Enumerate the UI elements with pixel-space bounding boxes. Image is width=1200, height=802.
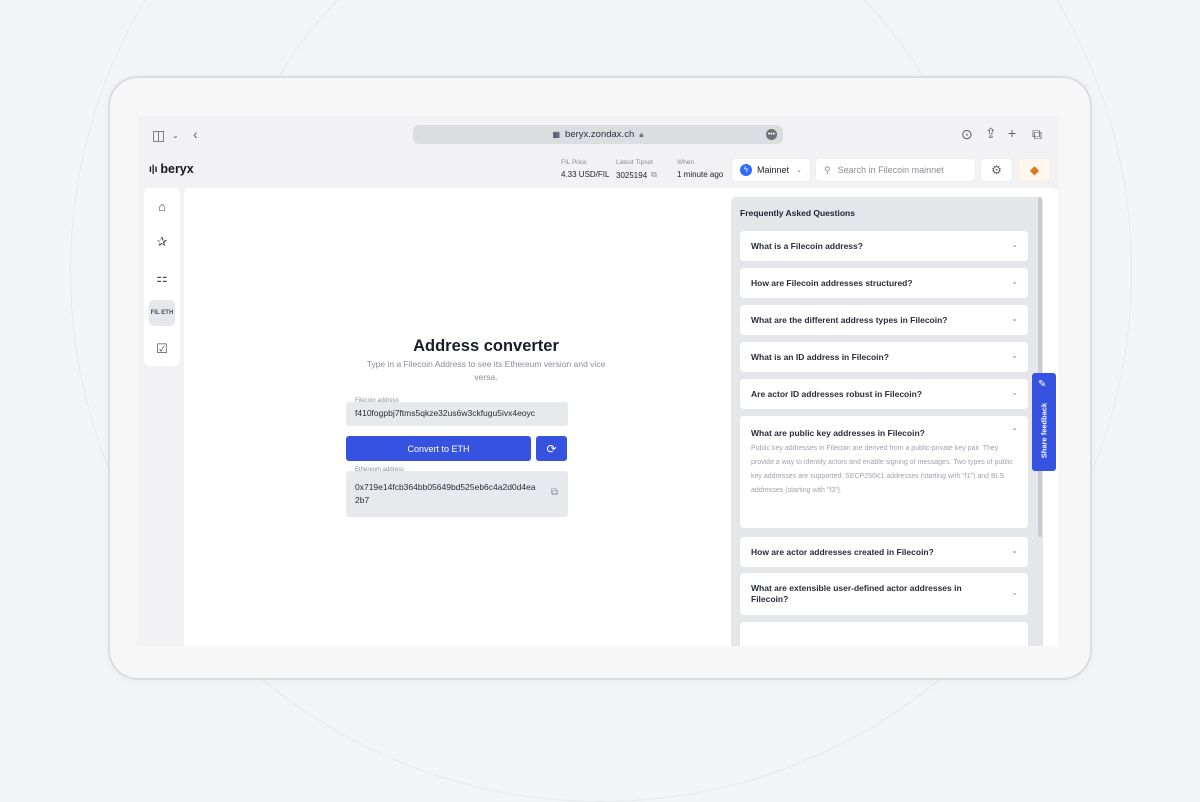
page-title: Address converter (413, 337, 559, 355)
url-bar[interactable]: ▦ beryx.zondax.ch 🔒︎ ••• (413, 125, 783, 144)
latest-tipset-value: 3025194 (616, 170, 648, 180)
logo[interactable]: ı|ı beryx (149, 162, 194, 176)
faq-answer: Public key addresses in Filecoin are der… (751, 445, 1013, 494)
main-content: Address converter Type in a Filecoin Add… (184, 188, 1058, 646)
sidebar-item-explorer[interactable]: ⚏ (149, 265, 175, 291)
when-label: When (677, 159, 694, 166)
faq-item[interactable]: How are Filecoin addresses structured? ⌄ (740, 268, 1028, 298)
lightning-icon: ϟ (740, 164, 752, 176)
faq-item[interactable]: What is a Filecoin address? ⌄ (740, 231, 1028, 261)
faq-question: What is a Filecoin address? (751, 241, 863, 251)
clipboard-star-icon: ✰ (156, 234, 168, 249)
sidebar: ⌂ ✰ ⚏ FIL ETH ☑ (144, 188, 180, 366)
latest-tipset: Latest Tipset 3025194 ⧉ (616, 159, 657, 180)
download-icon[interactable]: ⊙ (961, 127, 973, 141)
ethereum-address-field[interactable]: Ethereum address 0x719e14fcb364bb05649bd… (346, 467, 568, 517)
sidebar-item-checklist[interactable]: ☑ (149, 336, 175, 362)
network-selector[interactable]: ϟ Mainnet ⌄ (731, 158, 811, 182)
home-icon: ⌂ (158, 198, 166, 214)
chevron-down-icon: ⌄ (1011, 546, 1018, 555)
swap-icon: ⟳ (546, 441, 557, 456)
fil-price: FIL Price 4.33 USD/FIL (561, 159, 609, 179)
pencil-icon: ✎ (1038, 379, 1047, 390)
metamask-fox-icon: ◆ (1029, 163, 1040, 177)
search-box[interactable]: ⚲ (815, 158, 976, 182)
faq-question: How are actor addresses created in Filec… (751, 547, 934, 557)
when: When 1 minute ago (677, 159, 723, 179)
swap-button[interactable]: ⟳ (536, 436, 567, 461)
metamask-button[interactable]: ◆ (1018, 158, 1051, 182)
site-icon: ▦ (552, 130, 561, 139)
logo-text: beryx (160, 162, 194, 176)
chevron-down-icon: ⌄ (796, 167, 802, 174)
sidebar-item-address-converter[interactable]: FIL ETH (149, 300, 175, 326)
faq-question: What is an ID address in Filecoin? (751, 352, 889, 362)
more-icon[interactable]: ••• (766, 129, 777, 140)
ethereum-address-label: Ethereum address (355, 467, 405, 473)
latest-tipset-row: 3025194 ⧉ (616, 170, 657, 180)
sidebar-item-favorites[interactable]: ✰ (149, 229, 175, 255)
faq-item[interactable]: Are actor ID addresses robust in Filecoi… (740, 379, 1028, 409)
chevron-down-icon: ⌄ (1011, 388, 1018, 397)
filecoin-address-field[interactable]: Filecoin address f410fogpbj7ftms5qkze32u… (346, 398, 568, 426)
faq-item[interactable] (740, 622, 1028, 646)
page-subtitle: Type in a Filecoin Address to see its Et… (366, 359, 606, 382)
sidebar-item-home[interactable]: ⌂ (149, 193, 175, 219)
checklist-icon: ☑ (156, 341, 168, 356)
fil-price-value: 4.33 USD/FIL (561, 170, 610, 179)
filecoin-address-label: Filecoin address (355, 398, 399, 404)
fil-eth-icon: FIL ETH (150, 310, 174, 316)
back-icon[interactable]: ‹ (193, 127, 198, 141)
faq-question: Are actor ID addresses robust in Filecoi… (751, 389, 922, 399)
settings-button[interactable]: ⚙ (980, 158, 1013, 182)
new-tab-icon[interactable]: + (1008, 126, 1016, 140)
ethereum-address-value: 0x719e14fcb364bb05649bd525eb6c4a2d0d4ea2… (355, 482, 536, 505)
screen: ◫ ⌄ ‹ ▦ beryx.zondax.ch 🔒︎ ••• ⊙ ⇪ + ⧉ ı… (137, 116, 1058, 646)
sidebar-toggle-icon[interactable]: ◫ (152, 128, 165, 142)
lock-icon: 🔒︎ (639, 129, 644, 139)
copy-icon[interactable]: ⧉ (551, 487, 558, 498)
faq-question: What are extensible user-defined actor a… (751, 583, 962, 604)
faq-title: Frequently Asked Questions (740, 208, 855, 218)
tree-icon: ⚏ (156, 270, 168, 285)
gear-icon: ⚙ (991, 163, 1002, 177)
chevron-down-icon: ⌄ (1011, 351, 1018, 360)
chevron-down-icon[interactable]: ⌄ (172, 129, 179, 143)
share-feedback-label: Share feedback (1039, 402, 1049, 459)
search-input[interactable] (835, 164, 970, 176)
fil-price-label: FIL Price (561, 159, 587, 166)
search-icon: ⚲ (824, 164, 831, 175)
share-feedback-button[interactable]: ✎ Share feedback (1032, 373, 1056, 471)
faq-question: How are Filecoin addresses structured? (751, 278, 913, 288)
faq-item[interactable]: What are the different address types in … (740, 305, 1028, 335)
chevron-up-icon: ⌃ (1011, 427, 1018, 436)
chevron-down-icon: ⌄ (1011, 588, 1018, 597)
faq-question: What are public key addresses in Filecoi… (751, 428, 925, 438)
faq-scrollbar[interactable] (1038, 197, 1042, 537)
logo-icon: ı|ı (149, 163, 158, 175)
copy-icon[interactable]: ⧉ (651, 170, 657, 180)
convert-button[interactable]: Convert to ETH (346, 436, 531, 461)
url-text: beryx.zondax.ch (565, 129, 635, 140)
browser-toolbar: ◫ ⌄ ‹ ▦ beryx.zondax.ch 🔒︎ ••• ⊙ ⇪ + ⧉ (137, 116, 1058, 154)
network-label: Mainnet (757, 165, 790, 175)
faq-item[interactable]: What is an ID address in Filecoin? ⌄ (740, 342, 1028, 372)
faq-item[interactable]: What are extensible user-defined actor a… (740, 573, 1028, 615)
chevron-down-icon: ⌄ (1011, 240, 1018, 249)
faq-item[interactable]: How are actor addresses created in Filec… (740, 537, 1028, 567)
faq-question: What are the different address types in … (751, 315, 948, 325)
when-value: 1 minute ago (677, 170, 724, 179)
share-icon[interactable]: ⇪ (985, 126, 997, 140)
chevron-down-icon: ⌄ (1011, 314, 1018, 323)
filecoin-address-value[interactable]: f410fogpbj7ftms5qkze32us6w3ckfugu5ivx4eo… (355, 408, 535, 418)
chevron-down-icon: ⌄ (1011, 277, 1018, 286)
latest-tipset-label: Latest Tipset (616, 159, 653, 166)
faq-panel: Frequently Asked Questions What is a Fil… (731, 197, 1043, 646)
faq-item-expanded[interactable]: What are public key addresses in Filecoi… (740, 416, 1028, 528)
tabs-icon[interactable]: ⧉ (1032, 127, 1042, 141)
